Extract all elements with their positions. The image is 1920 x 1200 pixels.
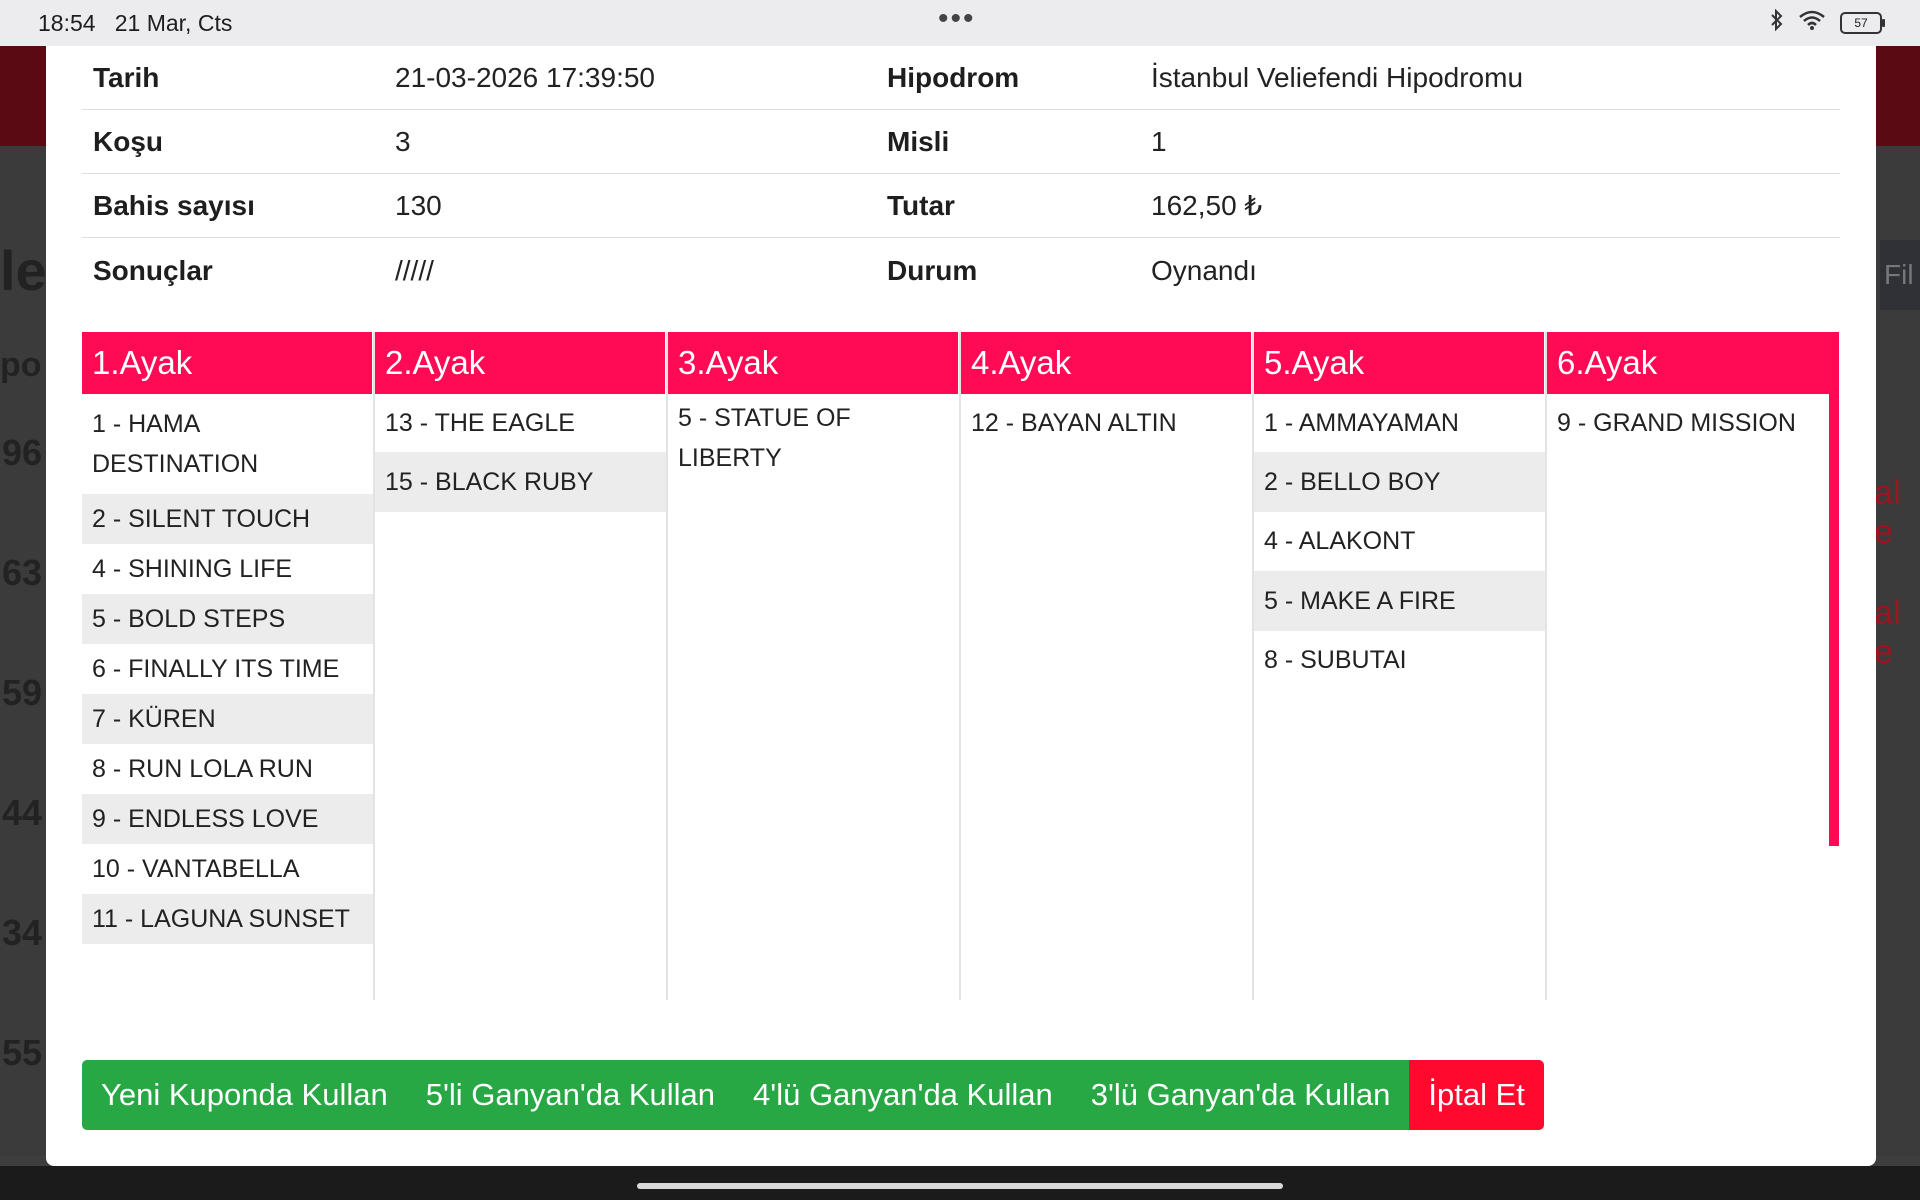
horse-item: 7 - KÜREN (82, 694, 373, 744)
horse-item: 10 - VANTABELLA (92, 854, 300, 883)
info-label: Bahis sayısı (82, 173, 384, 238)
info-value: 130 (384, 173, 876, 238)
bg-row-fragment: 63 (2, 552, 43, 593)
leg-header: 4.Ayak (961, 332, 1252, 394)
coupon-info-table: Tarih 21-03-2026 17:39:50 Hipodrom İstan… (82, 46, 1840, 304)
status-bar: 18:54 21 Mar, Cts ••• 57 (0, 0, 1920, 46)
info-value: 1 (1140, 109, 1840, 174)
bg-action-fragment: al e (1874, 474, 1901, 551)
horse-item: 2 - SILENT TOUCH (82, 494, 373, 544)
info-value: 3 (384, 109, 876, 174)
leg-column: 4.Ayak 12 - BAYAN ALTIN (961, 332, 1254, 1000)
info-label: Sonuçlar (93, 255, 213, 286)
horse-item: 15 - BLACK RUBY (375, 452, 666, 512)
horse-item: 9 - GRAND MISSION (1557, 408, 1796, 437)
horse-item: 13 - THE EAGLE (385, 408, 575, 437)
coupon-detail-modal: Tarih 21-03-2026 17:39:50 Hipodrom İstan… (46, 46, 1876, 1166)
horse-item: 8 - SUBUTAI (1264, 646, 1407, 674)
bg-filter-button: Fil (1880, 240, 1920, 310)
horse-item: 9 - ENDLESS LOVE (82, 794, 373, 844)
horse-item: 5 - MAKE A FIRE (1254, 571, 1545, 631)
horse-item: 12 - BAYAN ALTIN (971, 408, 1177, 437)
use-in-4lu-ganyan-button[interactable]: 4'lü Ganyan'da Kullan (734, 1060, 1072, 1130)
info-row: Koşu 3 Misli 1 (82, 109, 1840, 174)
use-in-3lu-ganyan-button[interactable]: 3'lü Ganyan'da Kullan (1071, 1060, 1410, 1130)
info-value: 21-03-2026 17:39:50 (384, 46, 876, 110)
info-row: Sonuçlar ///// Durum Oynandı (82, 238, 1840, 305)
leg-header: 6.Ayak (1547, 332, 1837, 394)
bg-title-fragment: le (0, 239, 47, 302)
wifi-icon (1798, 9, 1826, 37)
horse-item: 2 - BELLO BOY (1254, 452, 1545, 512)
leg-column: 3.Ayak 5 - STATUE OF LIBERTY (668, 332, 961, 1000)
horse-item: 5 - STATUE OF LIBERTY (678, 404, 851, 472)
info-label: Tutar (876, 173, 1140, 238)
leg-header: 5.Ayak (1254, 332, 1545, 394)
bg-action-fragment: al e (1874, 594, 1901, 671)
info-value: Oynandı (1151, 255, 1257, 286)
status-time: 18:54 21 Mar, Cts (38, 10, 233, 36)
info-value: İstanbul Veliefendi Hipodromu (1140, 46, 1840, 110)
bg-row-fragment: 44 (2, 792, 43, 833)
horse-item: 8 - RUN LOLA RUN (92, 754, 313, 783)
bluetooth-icon (1770, 8, 1784, 37)
status-icons: 57 (1770, 8, 1885, 37)
legs-grid[interactable]: 1.Ayak 1 - HAMA DESTINATION 2 - SILENT T… (82, 332, 1837, 1000)
info-label: Misli (876, 109, 1140, 174)
home-gesture-bar[interactable] (637, 1183, 1283, 1189)
info-label: Koşu (82, 109, 384, 174)
horse-item: 1 - AMMAYAMAN (1264, 408, 1459, 437)
info-row: Bahis sayısı 130 Tutar 162,50 ₺ (82, 173, 1840, 238)
action-button-group: Yeni Kuponda Kullan 5'li Ganyan'da Kulla… (82, 1060, 1544, 1130)
leg-column: 1.Ayak 1 - HAMA DESTINATION 2 - SILENT T… (82, 332, 375, 1000)
leg-column: 5.Ayak 1 - AMMAYAMAN 2 - BELLO BOY 4 - A… (1254, 332, 1547, 1000)
horse-item: 11 - LAGUNA SUNSET (82, 894, 373, 944)
info-value: 162,50 ₺ (1140, 173, 1840, 238)
horse-item: 6 - FINALLY ITS TIME (92, 654, 340, 683)
horse-item: 5 - BOLD STEPS (82, 594, 373, 644)
horse-item: 1 - HAMA DESTINATION (92, 409, 259, 478)
info-value: ///// (395, 255, 434, 286)
leg-header: 2.Ayak (375, 332, 666, 394)
more-dots-icon[interactable]: ••• (938, 2, 976, 36)
leg-column: 2.Ayak 13 - THE EAGLE 15 - BLACK RUBY (375, 332, 668, 1000)
use-in-5li-ganyan-button[interactable]: 5'li Ganyan'da Kullan (406, 1060, 735, 1130)
info-label: Tarih (82, 46, 384, 110)
info-row: Tarih 21-03-2026 17:39:50 Hipodrom İstan… (82, 46, 1840, 110)
bg-row-fragment: 59 (2, 672, 43, 713)
bg-row-fragment: 96 (2, 432, 43, 473)
battery-icon: 57 (1840, 12, 1885, 34)
background-left-edge: le po 96 63 59 44 34 55 (0, 146, 47, 1156)
use-in-new-coupon-button[interactable]: Yeni Kuponda Kullan (82, 1060, 407, 1130)
leg-column: 6.Ayak 9 - GRAND MISSION (1547, 332, 1837, 1000)
horse-item: 4 - ALAKONT (1264, 527, 1416, 555)
info-label: Hipodrom (876, 46, 1140, 110)
info-label: Durum (887, 255, 978, 286)
horse-item: 4 - SHINING LIFE (92, 554, 293, 583)
legs-scrollbar-thumb[interactable] (1829, 332, 1839, 846)
bg-col-fragment: po (0, 346, 42, 384)
bg-row-fragment: 34 (2, 912, 43, 953)
cancel-coupon-button[interactable]: İptal Et (1409, 1060, 1544, 1130)
leg-header: 3.Ayak (668, 332, 959, 394)
bg-row-fragment: 55 (2, 1032, 43, 1073)
leg-header: 1.Ayak (82, 332, 373, 394)
